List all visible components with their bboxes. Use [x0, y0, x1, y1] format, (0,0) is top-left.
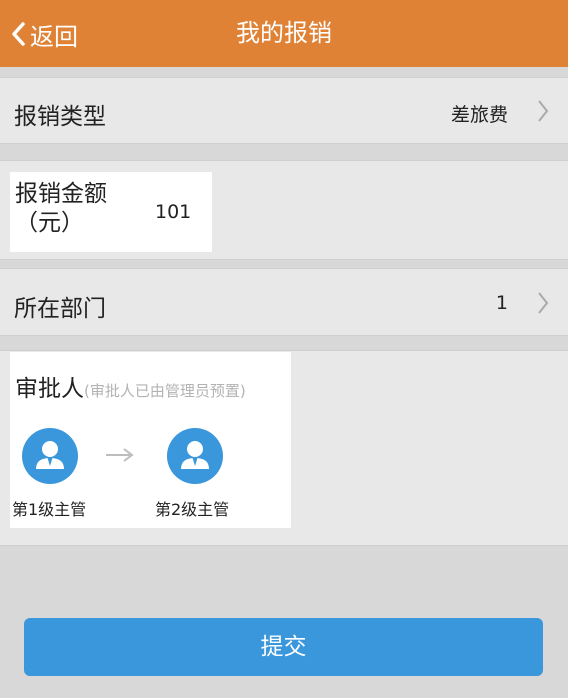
expense-type-row[interactable]: 报销类型 差旅费: [0, 77, 568, 144]
approver-level-1: 第1级主管: [12, 500, 87, 519]
chevron-right-icon: [538, 292, 549, 314]
approver-note: (审批人已由管理员预置): [84, 382, 246, 400]
approver-title: 审批人(审批人已由管理员预置): [15, 376, 246, 402]
department-row[interactable]: 所在部门 1: [0, 268, 568, 336]
chevron-right-icon: [538, 100, 549, 122]
department-value: 1: [495, 292, 508, 314]
arrow-right-icon: [106, 448, 134, 462]
expense-type-value: 差旅费: [450, 104, 508, 126]
user-avatar-icon: [22, 428, 78, 484]
nav-bar: 返回 我的报销: [0, 0, 568, 67]
department-label: 所在部门: [14, 296, 106, 322]
page-title: 我的报销: [236, 19, 332, 47]
expense-type-label: 报销类型: [14, 104, 106, 130]
submit-button[interactable]: 提交: [24, 618, 543, 676]
approver-section: 审批人(审批人已由管理员预置) 第1级主管 第2级主管: [10, 352, 291, 528]
approver-level-2: 第2级主管: [155, 500, 230, 519]
amount-label: 报销金额 （元）: [15, 181, 107, 236]
user-avatar-icon: [167, 428, 223, 484]
amount-field[interactable]: 报销金额 （元） 101: [10, 172, 212, 252]
amount-value[interactable]: 101: [155, 201, 191, 223]
